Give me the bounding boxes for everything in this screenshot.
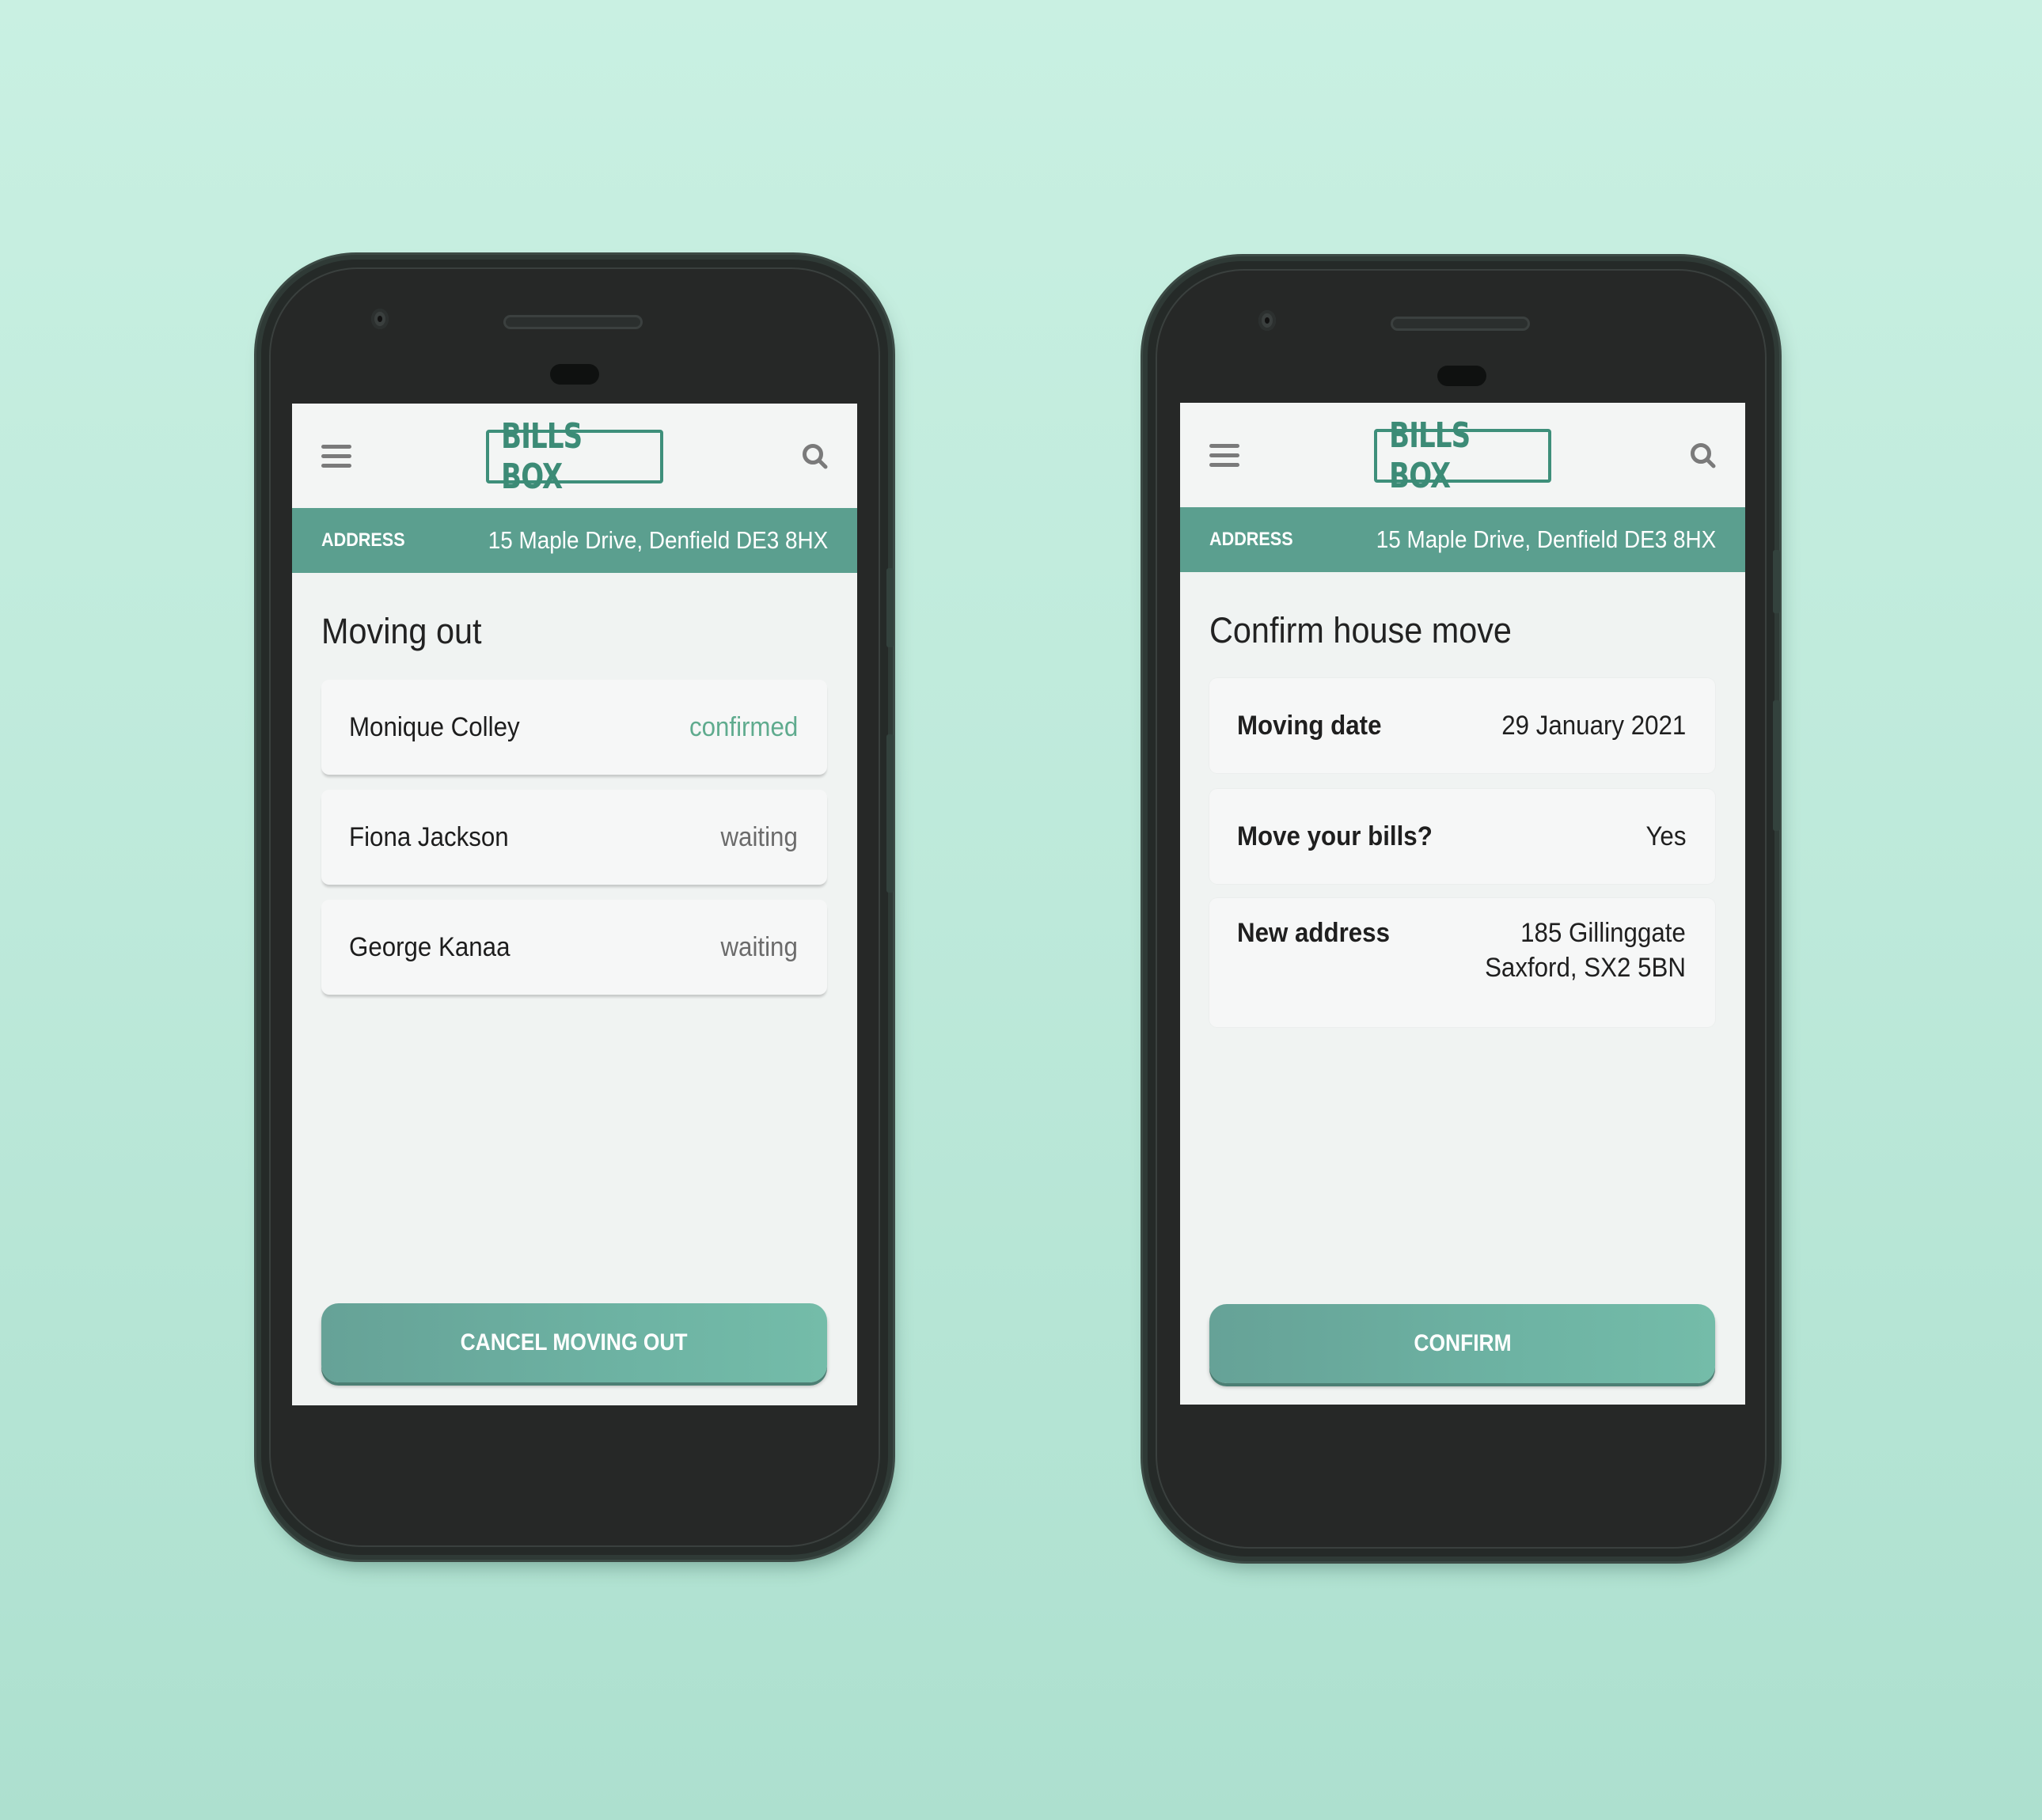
address-label: ADDRESS (1209, 529, 1293, 550)
move-bills-row: Move your bills? Yes (1209, 789, 1715, 884)
list-item[interactable]: Monique Colley confirmed (321, 680, 827, 775)
phone-right: BILLS BOX ADDRESS 15 Maple Drive, Denfie… (1148, 261, 1780, 1556)
bills-box-logo[interactable]: BILLS BOX (1374, 415, 1551, 496)
power-button (1773, 550, 1780, 613)
bills-box-logo[interactable]: BILLS BOX (486, 416, 663, 497)
app-header: BILLS BOX (292, 404, 857, 508)
cancel-moving-out-button[interactable]: CANCEL MOVING OUT (321, 1303, 827, 1382)
move-bills-label: Move your bills? (1237, 821, 1433, 851)
new-address-label: New address (1237, 918, 1390, 948)
moving-date-label: Moving date (1237, 711, 1382, 741)
logo-text: BILLS BOX (501, 416, 583, 497)
move-bills-value: Yes (1645, 821, 1686, 851)
tenant-name: Fiona Jackson (349, 822, 509, 852)
address-value: 15 Maple Drive, Denfield DE3 8HX (1376, 525, 1716, 553)
app-header: BILLS BOX (1180, 403, 1745, 507)
address-value: 15 Maple Drive, Denfield DE3 8HX (488, 526, 828, 554)
confirm-button[interactable]: CONFIRM (1209, 1304, 1715, 1383)
front-camera (1258, 310, 1276, 331)
volume-button (886, 734, 894, 893)
address-label: ADDRESS (321, 529, 405, 551)
tenant-name: George Kanaa (349, 932, 511, 962)
moving-date-value: 29 January 2021 (1501, 711, 1686, 741)
status-badge: waiting (720, 932, 798, 962)
search-icon[interactable] (802, 443, 829, 470)
address-bar: ADDRESS 15 Maple Drive, Denfield DE3 8HX (1180, 507, 1745, 572)
hamburger-menu-icon[interactable] (321, 445, 351, 468)
page-title: Confirm house move (1209, 610, 1512, 650)
new-address-line2: Saxford, SX2 5BN (1485, 953, 1686, 983)
status-badge: confirmed (689, 712, 798, 742)
volume-button (1773, 700, 1780, 831)
proximity-sensor (1437, 366, 1486, 386)
phone-left: BILLS BOX ADDRESS 15 Maple Drive, Denfie… (261, 260, 894, 1555)
power-button (886, 568, 894, 647)
new-address-line1: 185 Gillinggate (1520, 918, 1686, 948)
search-icon[interactable] (1690, 442, 1717, 469)
list-item[interactable]: George Kanaa waiting (321, 900, 827, 995)
new-address-row: New address 185 Gillinggate Saxford, SX2… (1209, 898, 1715, 1027)
front-camera (371, 309, 389, 329)
proximity-sensor (550, 364, 599, 385)
address-bar: ADDRESS 15 Maple Drive, Denfield DE3 8HX (292, 508, 857, 573)
earpiece-speaker (1391, 317, 1530, 331)
hamburger-menu-icon[interactable] (1209, 444, 1239, 468)
page-title: Moving out (321, 611, 482, 651)
button-label: CANCEL MOVING OUT (461, 1329, 688, 1356)
status-badge: waiting (720, 822, 798, 852)
tenant-name: Monique Colley (349, 712, 520, 742)
list-item[interactable]: Fiona Jackson waiting (321, 790, 827, 885)
logo-text: BILLS BOX (1389, 415, 1471, 496)
earpiece-speaker (503, 315, 643, 329)
moving-date-row: Moving date 29 January 2021 (1209, 678, 1715, 773)
screen-moving-out: BILLS BOX ADDRESS 15 Maple Drive, Denfie… (292, 404, 857, 1405)
button-label: CONFIRM (1413, 1330, 1512, 1356)
screen-confirm-house-move: BILLS BOX ADDRESS 15 Maple Drive, Denfie… (1180, 403, 1745, 1405)
